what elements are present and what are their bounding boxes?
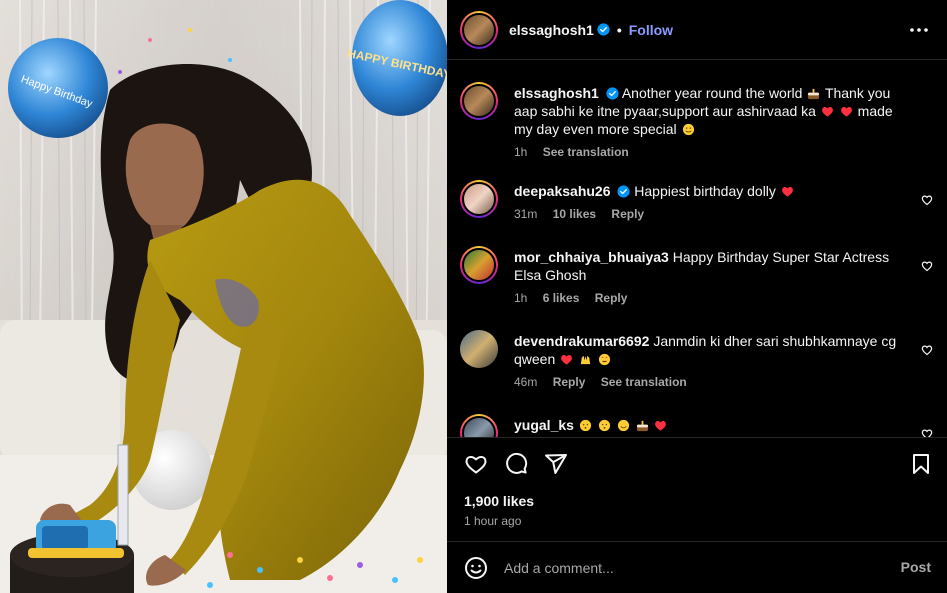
red-heart-emoji-icon <box>840 106 852 117</box>
author-username[interactable]: elssaghosh1 <box>509 22 594 38</box>
comment-time: 31m <box>514 207 538 221</box>
caption-text-1: Another year round the world <box>621 85 803 101</box>
star-struck-emoji-icon <box>598 353 611 366</box>
kissing-face-emoji-icon <box>598 419 610 432</box>
comment-meta: 1h 6 likes Reply <box>514 290 909 306</box>
post-comment-button[interactable]: Post <box>901 559 931 575</box>
comment-like-heart-icon[interactable] <box>921 344 933 356</box>
reply-button[interactable]: Reply <box>595 291 628 305</box>
post-side-panel: elssaghosh1 • Follow elssaghosh1 Another… <box>447 0 947 593</box>
comment-composer: Post <box>447 541 947 593</box>
commenter-avatar[interactable] <box>460 246 498 284</box>
comment-meta: 46m Reply See translation <box>514 374 909 390</box>
commenter-avatar[interactable] <box>460 330 498 368</box>
share-icon[interactable] <box>544 452 568 476</box>
comments-list[interactable]: elssaghosh1 Another year round the world… <box>447 61 947 437</box>
author-avatar[interactable] <box>460 10 498 49</box>
verified-badge-icon <box>606 87 619 100</box>
comment-like-heart-icon[interactable] <box>921 260 933 272</box>
comment-username[interactable]: deepaksahu26 <box>514 183 611 199</box>
comment-username[interactable]: yugal_ks <box>514 417 574 433</box>
see-translation-link[interactable]: See translation <box>543 145 629 159</box>
cake-emoji-icon <box>636 420 648 432</box>
caption-username[interactable]: elssaghosh1 <box>514 85 599 101</box>
post-photo: Happy Birthday HAPPY BIRTHDAY <box>0 0 447 593</box>
bookmark-icon[interactable] <box>909 452 933 476</box>
comment-like-heart-icon[interactable] <box>921 428 933 437</box>
comment-meta: 31m 10 likes Reply <box>514 206 909 222</box>
comment-text: Happiest birthday dolly <box>634 183 776 199</box>
post-media[interactable]: Happy Birthday HAPPY BIRTHDAY <box>0 0 447 593</box>
reply-button[interactable]: Reply <box>611 207 644 221</box>
caption-meta: 1h See translation <box>514 144 909 160</box>
post-header: elssaghosh1 • Follow <box>447 0 947 60</box>
comment-likes[interactable]: 6 likes <box>543 291 580 305</box>
emoji-icon[interactable] <box>464 556 488 580</box>
comment-likes[interactable]: 10 likes <box>553 207 596 221</box>
smiling-face-emoji-icon <box>617 419 629 432</box>
comment-input[interactable] <box>504 556 864 580</box>
commenter-avatar[interactable] <box>460 180 498 218</box>
caption-time: 1h <box>514 145 528 159</box>
caption-avatar[interactable] <box>460 82 498 120</box>
party-face-emoji-icon <box>682 123 694 136</box>
red-heart-emoji-icon <box>821 106 833 117</box>
red-heart-emoji-icon <box>781 186 793 197</box>
red-heart-emoji-icon <box>655 420 667 431</box>
post-time: 1 hour ago <box>464 514 522 528</box>
verified-badge-icon <box>617 185 630 198</box>
reply-button[interactable]: Reply <box>553 375 586 389</box>
comment-username[interactable]: mor_chhaiya_bhuaiya3 <box>514 249 669 265</box>
red-heart-emoji-icon <box>561 354 573 365</box>
post-actions: 1,900 likes 1 hour ago <box>447 437 947 541</box>
commenter-avatar[interactable] <box>460 414 498 437</box>
comment-time: 46m <box>514 375 538 389</box>
comment-like-heart-icon[interactable] <box>921 194 933 206</box>
verified-badge-icon <box>597 23 610 36</box>
likes-count[interactable]: 1,900 likes <box>464 493 534 509</box>
comment-icon[interactable] <box>504 452 528 476</box>
follow-button[interactable]: Follow <box>629 22 673 38</box>
raising-hands-emoji-icon <box>580 355 591 365</box>
heart-icon[interactable] <box>464 452 488 476</box>
more-options-icon[interactable] <box>909 22 929 38</box>
see-translation-link[interactable]: See translation <box>601 375 687 389</box>
header-separator: • <box>616 21 622 38</box>
comment-username[interactable]: devendrakumar6692 <box>514 333 649 349</box>
cake-emoji-icon <box>808 88 820 100</box>
birthday-balloon-left: Happy Birthday <box>8 38 108 138</box>
kissing-face-emoji-icon <box>579 419 591 432</box>
comment-time: 1h <box>514 291 528 305</box>
